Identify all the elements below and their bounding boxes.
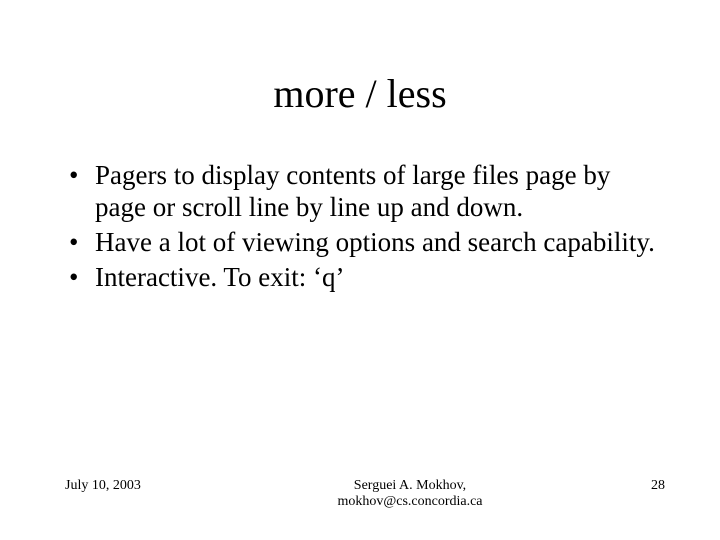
bullet-text: Pagers to display contents of large file…	[95, 160, 610, 222]
bullet-list: Pagers to display contents of large file…	[65, 160, 665, 293]
slide-body: Pagers to display contents of large file…	[65, 160, 665, 296]
slide: more / less Pagers to display contents o…	[0, 0, 720, 540]
bullet-text: Have a lot of viewing options and search…	[95, 227, 655, 257]
bullet-item: Have a lot of viewing options and search…	[65, 227, 665, 259]
footer-author: Serguei A. Mokhov, mokhov@cs.concordia.c…	[215, 478, 605, 510]
slide-footer: July 10, 2003 Serguei A. Mokhov, mokhov@…	[65, 478, 665, 510]
bullet-item: Interactive. To exit: ‘q’	[65, 262, 665, 294]
footer-author-line2: mokhov@cs.concordia.ca	[337, 494, 482, 509]
bullet-item: Pagers to display contents of large file…	[65, 160, 665, 224]
footer-page-number: 28	[605, 478, 665, 494]
footer-author-line1: Serguei A. Mokhov,	[354, 478, 466, 493]
bullet-text: Interactive. To exit: ‘q’	[95, 262, 345, 292]
footer-date: July 10, 2003	[65, 478, 215, 494]
slide-title: more / less	[0, 70, 720, 117]
